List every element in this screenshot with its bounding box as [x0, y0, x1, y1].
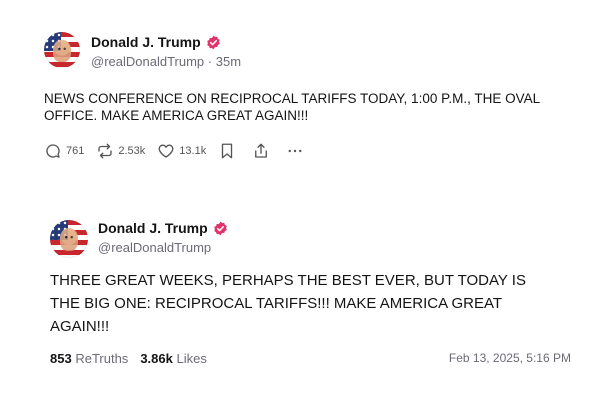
author-name[interactable]: Donald J. Trump	[91, 34, 201, 50]
post-text: NEWS CONFERENCE ON RECIPROCAL TARIFFS TO…	[44, 91, 541, 123]
action-bar: 761 2.53k 13.1k	[44, 142, 320, 160]
retruth-button[interactable]: 2.53k	[96, 142, 145, 160]
retruth-icon	[98, 143, 113, 159]
author-row: Donald J. Trump	[91, 34, 221, 50]
like-button[interactable]: 13.1k	[157, 142, 206, 160]
author-handle[interactable]: @realDonaldTrump	[91, 54, 204, 69]
verified-badge-icon	[206, 35, 220, 49]
truth-post-expanded[interactable]: Donald J. Trump @realDonaldTrump THREE G…	[0, 210, 615, 410]
more-icon	[288, 149, 302, 153]
verified-badge-icon	[213, 221, 227, 235]
post-date[interactable]: Feb 13, 2025, 5:16 PM	[449, 351, 571, 365]
share-icon	[255, 143, 268, 158]
retruth-count: 2.53k	[118, 145, 146, 157]
avatar[interactable]	[50, 220, 88, 258]
avatar[interactable]	[44, 32, 80, 68]
post-text: THREE GREAT WEEKS, PERHAPS THE BEST EVER…	[50, 272, 526, 335]
retruths-stat[interactable]: 853 ReTruths	[50, 351, 128, 366]
author-row: Donald J. Trump	[98, 220, 228, 236]
reply-count: 761	[66, 145, 85, 157]
share-button[interactable]	[252, 142, 270, 160]
bookmark-icon	[222, 143, 233, 159]
like-count: 13.1k	[179, 145, 207, 157]
likes-stat[interactable]: 3.86k Likes	[140, 351, 207, 366]
heart-icon	[158, 144, 174, 158]
author-handle-row: @realDonaldTrump · 35m	[91, 54, 241, 69]
truth-post-compact[interactable]: Donald J. Trump @realDonaldTrump · 35m N…	[0, 0, 615, 200]
post-time[interactable]: 35m	[216, 54, 241, 69]
author-handle[interactable]: @realDonaldTrump	[98, 240, 211, 255]
separator-dot: ·	[207, 54, 213, 69]
author-name[interactable]: Donald J. Trump	[98, 220, 208, 236]
bookmark-button[interactable]	[218, 142, 236, 160]
engagement-stats: 853 ReTruths 3.86k Likes	[50, 351, 207, 366]
likes-count: 3.86k	[140, 351, 173, 366]
reply-icon	[46, 144, 60, 158]
retruths-count: 853	[50, 351, 72, 366]
reply-button[interactable]: 761	[44, 142, 84, 160]
likes-label: Likes	[176, 351, 207, 366]
more-button[interactable]	[286, 142, 304, 160]
retruths-label: ReTruths	[75, 351, 129, 366]
